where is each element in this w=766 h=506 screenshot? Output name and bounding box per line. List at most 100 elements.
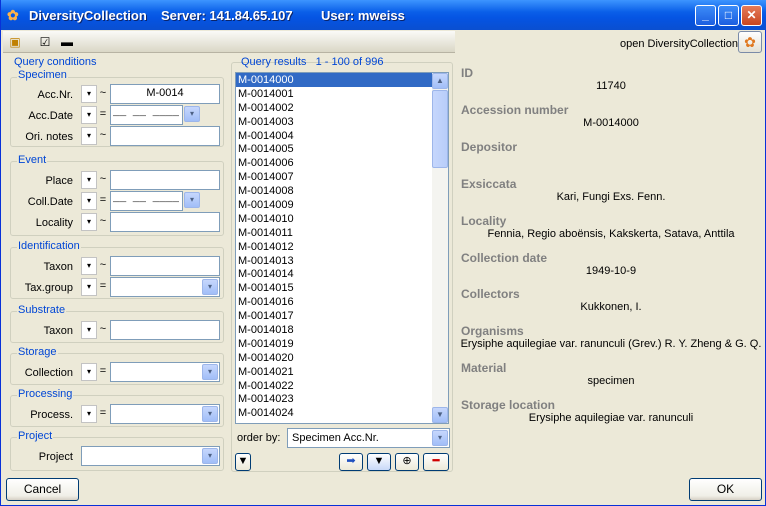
results-title-text: Query results [241,56,307,68]
process-operator-dropdown[interactable]: ▾ [81,405,97,423]
place-input[interactable] [110,170,220,190]
list-item[interactable]: M-0014007 [236,170,448,184]
scroll-up-icon[interactable]: ▲ [432,73,448,89]
chevron-down-icon: ▾ [432,430,448,446]
detail-label: Material [461,361,507,376]
title-bar[interactable]: ✿ DiversityCollection Server: 141.84.65.… [1,0,766,30]
detail-value: Fennia, Regio aboënsis, Kakskerta, Satav… [487,227,735,240]
list-item[interactable]: M-0014003 [236,115,448,129]
chevron-down-icon: ▾ [202,448,218,464]
list-item[interactable]: M-0014021 [236,365,448,379]
results-range: 1 - 100 of 996 [315,56,384,68]
colldate-input[interactable]: __ __ ____ [110,191,183,211]
close-window-button[interactable]: ✕ [741,5,762,26]
order-by-select[interactable]: Specimen Acc.Nr. ▾ [287,428,450,448]
list-item[interactable]: M-0014017 [236,309,448,323]
query-conditions-title: Query conditions [14,56,97,68]
list-item[interactable]: M-0014013 [236,254,448,268]
taxon-input[interactable] [110,256,220,276]
query-results-title: Query results 1 - 100 of 996 [241,56,383,68]
list-item[interactable]: M-0014024 [236,406,448,420]
cancel-button[interactable]: Cancel [6,478,79,501]
open-diversitycollection-button[interactable]: ✿ [738,31,762,53]
results-list[interactable]: M-0014000 M-0014001 M-0014002 M-0014003 M-00… [235,72,449,424]
detail-label: Accession number [461,102,569,117]
storage-group-title: Storage [17,346,58,358]
locality-input[interactable] [110,212,220,232]
list-item[interactable]: M-0014014 [236,267,448,281]
locality-operator-dropdown[interactable]: ▾ [81,213,97,231]
list-item[interactable]: M-0014006 [236,156,448,170]
accnr-label: Acc.Nr. [37,89,73,101]
list-item[interactable]: M-0014005 [236,142,448,156]
remove-from-list-button[interactable]: ━ [423,453,449,471]
expand-down-button[interactable]: ▼ [235,453,251,471]
locality-label: Locality [35,217,73,229]
query-panel-icon[interactable]: ▣ [7,34,23,50]
detail-value: Erysiphe aquilegiae var. ranunculi (Grev… [460,338,762,351]
app-logo-icon: ✿ [7,7,19,23]
list-item[interactable]: M-0014010 [236,212,448,226]
list-item[interactable]: M-0014020 [236,351,448,365]
minimize-button[interactable]: _ [695,5,716,26]
accnr-operator-dropdown[interactable]: ▾ [81,85,97,103]
accdate-picker[interactable]: ▾ [183,105,201,125]
filter-icon: ▼ [373,455,385,467]
checkbox-icon[interactable]: ☑ [37,34,53,50]
list-item[interactable]: M-0014008 [236,184,448,198]
taxon-operator-dropdown[interactable]: ▾ [81,257,97,275]
list-item[interactable]: M-0014019 [236,337,448,351]
detail-label: Locality [461,213,507,228]
list-item[interactable]: M-0014012 [236,240,448,254]
identification-group-title: Identification [17,240,81,252]
chevron-down-icon: ▾ [202,406,218,422]
list-item[interactable]: M-0014004 [236,129,448,143]
list-item[interactable]: M-0014009 [236,198,448,212]
results-scrollbar[interactable]: ▲ ▼ [432,73,448,423]
project-select[interactable]: ▾ [81,446,220,466]
list-item[interactable]: M-0014022 [236,379,448,393]
substrate-group-title: Substrate [17,304,67,316]
accdate-equals: = [99,108,107,120]
place-operator-dropdown[interactable]: ▾ [81,171,97,189]
colldate-label: Coll.Date [27,196,73,208]
accdate-input[interactable]: __ __ ____ [110,105,183,125]
accdate-operator-dropdown[interactable]: ▾ [81,106,97,124]
list-item[interactable]: M-0014001 [236,87,448,101]
add-to-list-button[interactable]: ⊕ [395,453,419,471]
taxgroup-select[interactable]: ▾ [110,277,220,297]
arrow-right-icon: ➡ [346,455,356,467]
list-item[interactable]: M-0014015 [236,281,448,295]
detail-label: ID [461,66,473,80]
substrate-taxon-operator-dropdown[interactable]: ▾ [81,321,97,339]
accnr-input[interactable]: M-0014 [110,84,220,104]
scroll-thumb[interactable] [432,90,448,168]
main-window: ✿ DiversityCollection Server: 141.84.65.… [0,0,766,506]
orinotes-operator-dropdown[interactable]: ▾ [81,127,97,145]
list-item[interactable]: M-0014011 [236,226,448,240]
colldate-operator-dropdown[interactable]: ▾ [81,192,97,210]
collection-equals: = [99,365,107,377]
taxgroup-operator-dropdown[interactable]: ▾ [81,278,97,296]
list-item[interactable]: M-0014018 [236,323,448,337]
list-item[interactable]: M-0014016 [236,295,448,309]
colldate-picker[interactable]: ▾ [183,191,201,211]
process-label: Process. [30,409,73,421]
ok-button[interactable]: OK [689,478,762,501]
maximize-button[interactable]: □ [718,5,739,26]
list-item[interactable]: M-0014023 [236,392,448,406]
filter-add-icon: ⊕ [402,455,412,467]
display-icon[interactable]: ▬ [59,34,75,50]
minus-icon: ━ [432,455,440,467]
collection-select[interactable]: ▾ [110,362,220,382]
scroll-down-icon[interactable]: ▼ [432,407,448,423]
chevron-down-icon: ▾ [202,279,218,295]
process-select[interactable]: ▾ [110,404,220,424]
list-item[interactable]: M-0014002 [236,101,448,115]
filter-button[interactable]: ▼ [367,453,391,471]
substrate-taxon-input[interactable] [110,320,220,340]
start-query-button[interactable]: ➡ [339,453,363,471]
list-item[interactable]: M-0014000 [236,73,448,87]
orinotes-input[interactable] [110,126,220,146]
collection-operator-dropdown[interactable]: ▾ [81,363,97,381]
